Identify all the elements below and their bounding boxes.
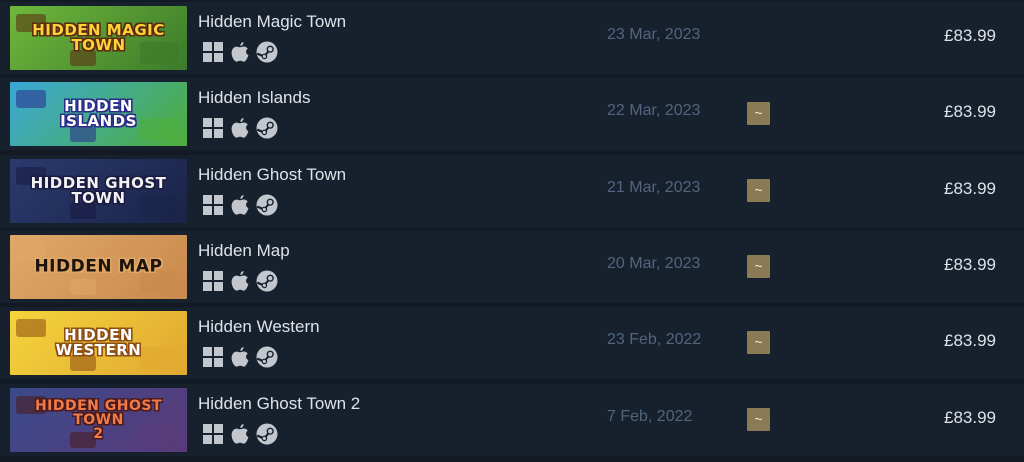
steam-icon xyxy=(256,270,278,292)
apple-icon xyxy=(230,117,250,139)
steam-icon xyxy=(256,346,278,368)
platform-icons xyxy=(202,193,278,217)
game-row[interactable]: HIDDEN GHOST TOWN 2 Hidden Ghost Town 2 … xyxy=(0,383,1024,456)
steam-icon xyxy=(256,194,278,216)
game-title[interactable]: Hidden Magic Town xyxy=(198,12,346,32)
release-date: 7 Feb, 2022 xyxy=(607,407,693,425)
capsule-logo: HIDDEN MAP xyxy=(34,256,163,277)
windows-icon xyxy=(202,117,224,139)
steam-icon xyxy=(256,423,278,445)
apple-icon xyxy=(230,423,250,445)
platform-icons xyxy=(202,40,278,64)
game-capsule-image[interactable]: HIDDEN ISLANDS xyxy=(10,82,187,147)
capsule-logo: HIDDEN GHOST TOWN xyxy=(30,173,167,207)
release-date: 21 Mar, 2023 xyxy=(607,178,701,196)
game-capsule-image[interactable]: HIDDEN MAGIC TOWN xyxy=(10,6,187,70)
review-score-icon[interactable]: ~ xyxy=(747,102,770,126)
capsule-decoration xyxy=(70,278,96,295)
apple-icon xyxy=(230,194,250,216)
game-capsule-image[interactable]: HIDDEN MAP xyxy=(10,234,187,299)
release-date: 23 Feb, 2022 xyxy=(607,331,702,349)
game-title[interactable]: Hidden Islands xyxy=(198,88,310,108)
game-row[interactable]: HIDDEN ISLANDS Hidden Islands 22 Mar, 20… xyxy=(0,78,1024,151)
windows-icon xyxy=(202,41,224,63)
windows-icon xyxy=(202,270,224,292)
windows-icon xyxy=(202,423,224,445)
game-capsule-image[interactable]: HIDDEN GHOST TOWN 2 xyxy=(10,387,187,452)
game-price[interactable]: £83.99 xyxy=(944,331,996,351)
game-price[interactable]: £83.99 xyxy=(944,26,996,46)
game-title[interactable]: Hidden Ghost Town xyxy=(198,165,346,185)
release-date: 23 Mar, 2023 xyxy=(607,26,701,43)
windows-icon xyxy=(202,346,224,368)
review-score-icon[interactable]: ~ xyxy=(747,407,770,431)
release-date: 20 Mar, 2023 xyxy=(607,254,701,272)
game-title[interactable]: Hidden Map xyxy=(198,241,290,261)
release-date: 22 Mar, 2023 xyxy=(607,102,701,120)
capsule-logo: HIDDEN ISLANDS xyxy=(60,97,137,131)
review-score-icon[interactable]: ~ xyxy=(747,331,770,355)
game-row[interactable]: HIDDEN WESTERN Hidden Western 23 Feb, 20… xyxy=(0,307,1024,380)
game-row[interactable]: HIDDEN MAP Hidden Map 20 Mar, 2023 ~ £83… xyxy=(0,230,1024,303)
review-score-icon[interactable]: ~ xyxy=(747,254,770,278)
platform-icons xyxy=(202,269,278,293)
game-row[interactable]: HIDDEN MAGIC TOWN Hidden Magic Town 23 M… xyxy=(0,2,1024,74)
game-capsule-image[interactable]: HIDDEN WESTERN xyxy=(10,311,187,376)
steam-icon xyxy=(256,41,278,63)
steam-icon xyxy=(256,117,278,139)
apple-icon xyxy=(230,270,250,292)
apple-icon xyxy=(230,346,250,368)
game-price[interactable]: £83.99 xyxy=(944,408,996,428)
capsule-logo: HIDDEN WESTERN xyxy=(55,326,142,360)
platform-icons xyxy=(202,345,278,369)
game-price[interactable]: £83.99 xyxy=(944,179,996,199)
game-title[interactable]: Hidden Western xyxy=(198,317,320,337)
game-capsule-image[interactable]: HIDDEN GHOST TOWN xyxy=(10,158,187,223)
review-score-icon[interactable]: ~ xyxy=(747,178,770,202)
game-price[interactable]: £83.99 xyxy=(944,102,996,122)
game-title[interactable]: Hidden Ghost Town 2 xyxy=(198,394,360,414)
game-price[interactable]: £83.99 xyxy=(944,255,996,275)
windows-icon xyxy=(202,194,224,216)
game-row[interactable]: HIDDEN GHOST TOWN Hidden Ghost Town 21 M… xyxy=(0,154,1024,227)
game-list: HIDDEN MAGIC TOWN Hidden Magic Town 23 M… xyxy=(0,0,1024,462)
capsule-logo: HIDDEN MAGIC TOWN xyxy=(32,21,165,54)
platform-icons xyxy=(202,116,278,140)
platform-icons xyxy=(202,422,278,446)
apple-icon xyxy=(230,41,250,63)
capsule-logo: HIDDEN GHOST TOWN 2 xyxy=(34,397,163,442)
